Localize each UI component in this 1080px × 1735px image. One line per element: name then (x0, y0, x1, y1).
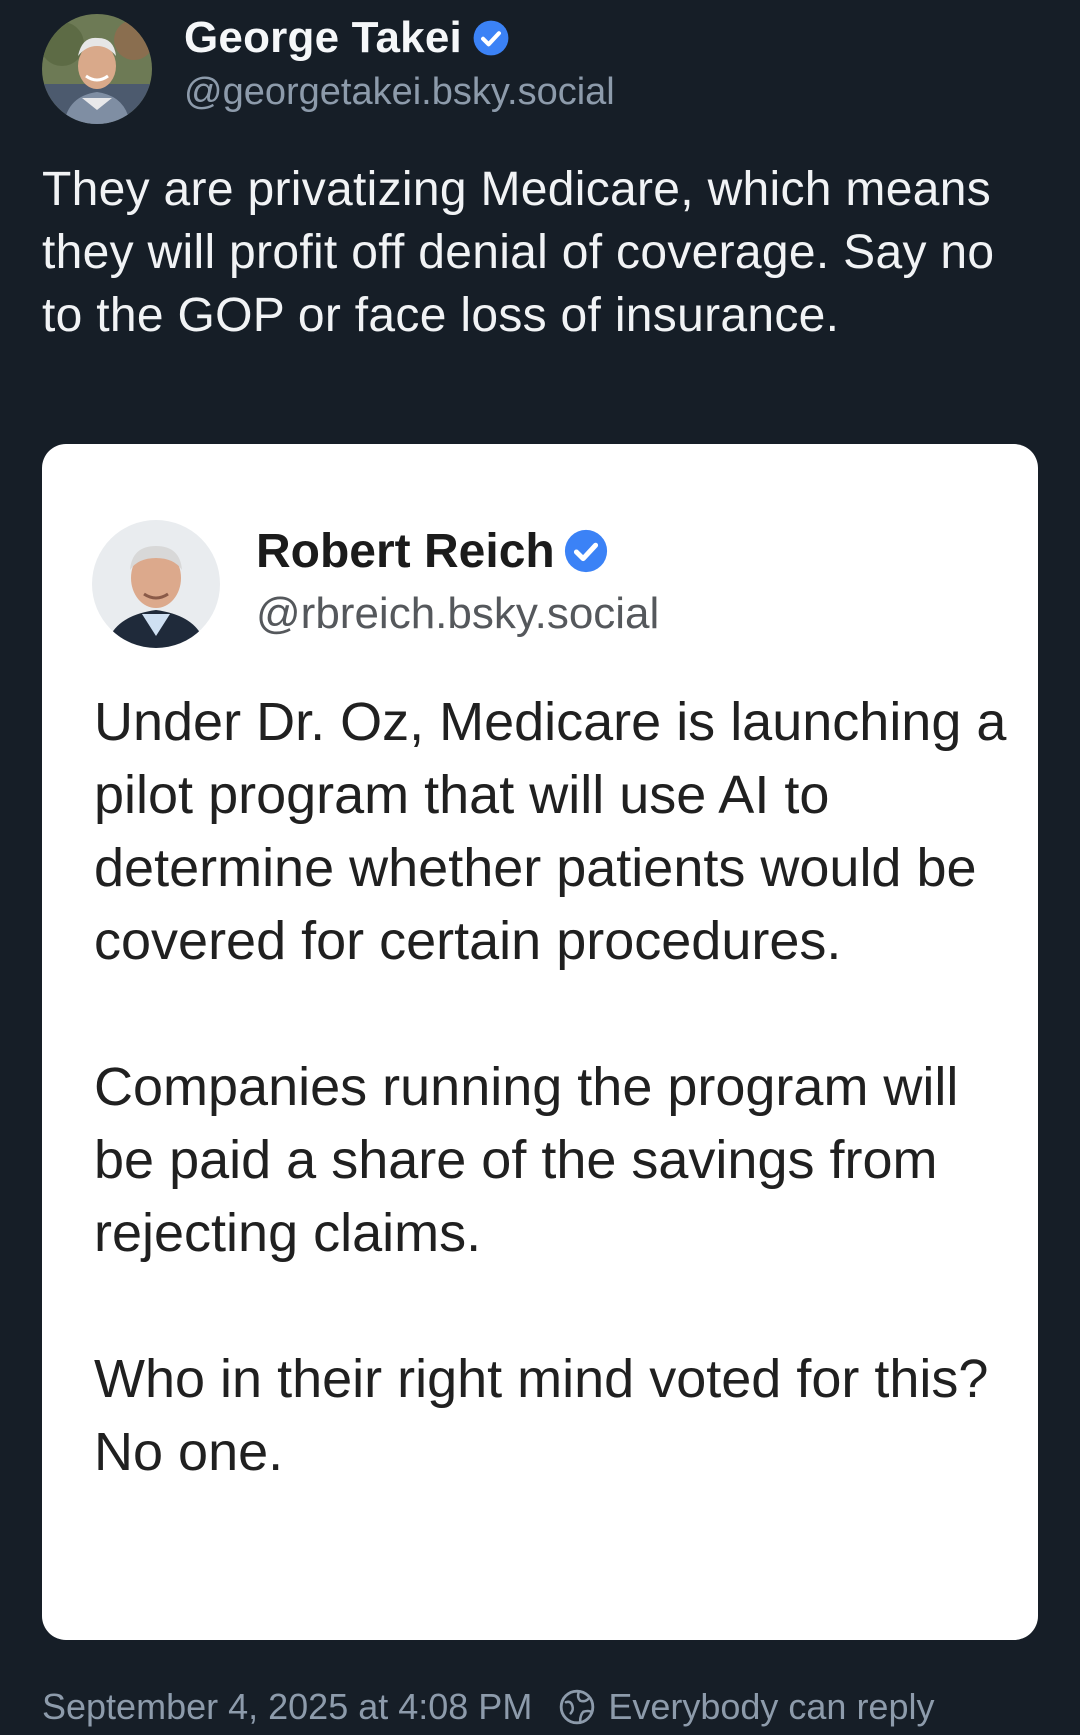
quoted-author-avatar[interactable] (92, 520, 220, 648)
post-footer: September 4, 2025 at 4:08 PM Everybody c… (42, 1686, 934, 1728)
post-header: George Takei @georgetakei.bsky.social (42, 13, 615, 124)
verified-badge-icon (564, 529, 607, 573)
author-display-name[interactable]: George Takei (184, 13, 462, 63)
avatar-photo-icon (42, 14, 152, 124)
quoted-author-block: Robert Reich @rbreich.bsky.social (256, 524, 659, 639)
author-block: George Takei @georgetakei.bsky.social (184, 13, 615, 114)
quoted-post-body: Under Dr. Oz, Medicare is launching a pi… (94, 686, 1014, 1489)
reply-settings[interactable]: Everybody can reply (558, 1686, 934, 1728)
quoted-author-handle[interactable]: @rbreich.bsky.social (256, 589, 659, 639)
avatar-photo-icon (92, 520, 220, 648)
quoted-paragraph: Who in their right mind voted for this? … (94, 1349, 989, 1482)
reply-settings-label: Everybody can reply (608, 1686, 935, 1727)
quoted-post-card[interactable]: Robert Reich @rbreich.bsky.social Under … (42, 444, 1038, 1640)
quoted-paragraph: Companies running the program will be pa… (94, 1057, 959, 1263)
quoted-author-display-name[interactable]: Robert Reich (256, 524, 555, 579)
quoted-post-header: Robert Reich @rbreich.bsky.social (92, 520, 659, 648)
quoted-display-name-row: Robert Reich (256, 524, 659, 579)
author-handle[interactable]: @georgetakei.bsky.social (184, 71, 615, 114)
post-text: They are privatizing Medicare, which mea… (42, 163, 995, 342)
author-avatar[interactable] (42, 14, 152, 124)
globe-icon (560, 1689, 595, 1725)
quoted-paragraph: Under Dr. Oz, Medicare is launching a pi… (94, 692, 1007, 971)
display-name-row: George Takei (184, 13, 615, 63)
post-timestamp[interactable]: September 4, 2025 at 4:08 PM (42, 1686, 532, 1728)
verified-badge-icon (473, 20, 509, 55)
